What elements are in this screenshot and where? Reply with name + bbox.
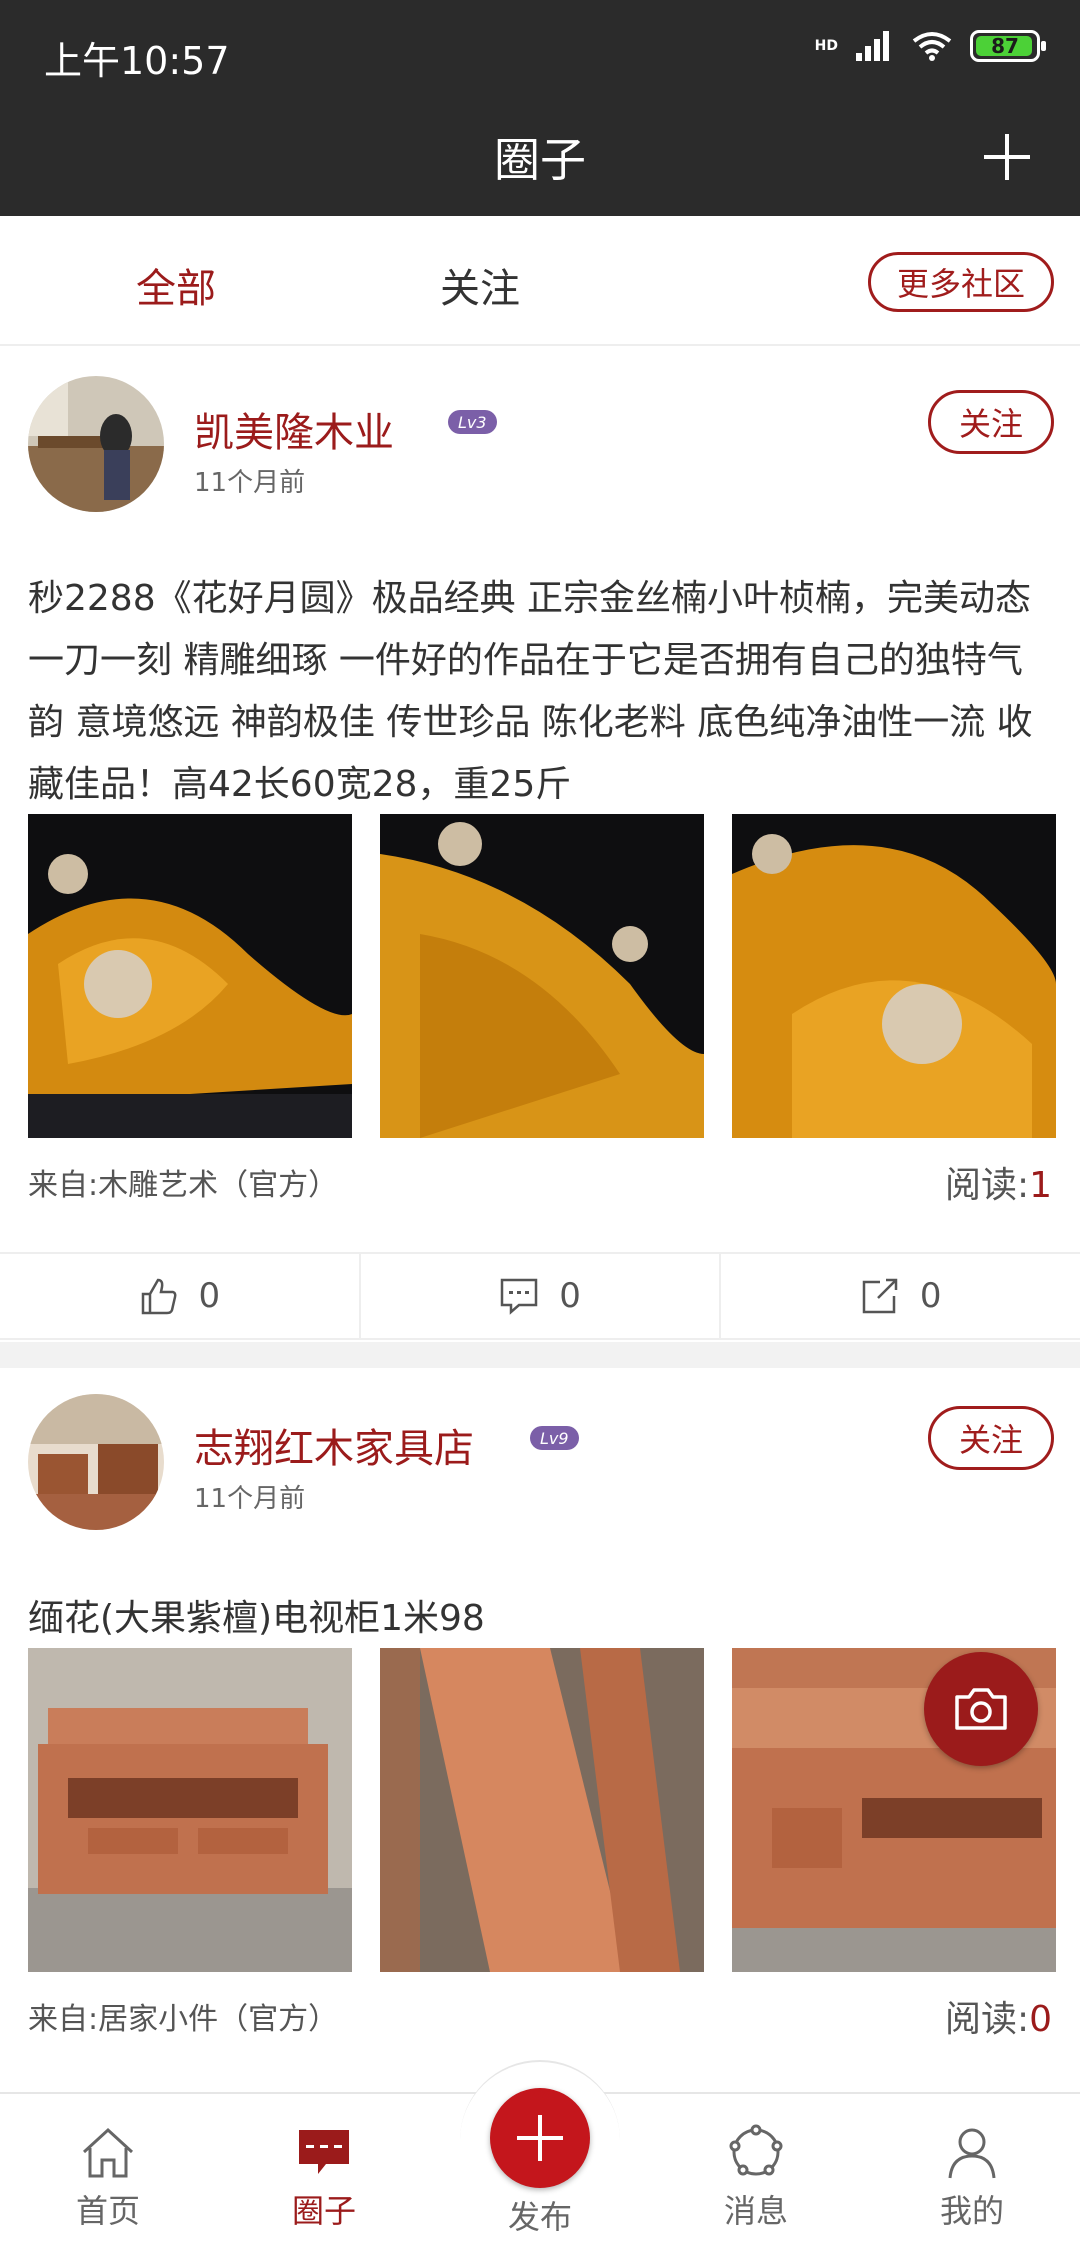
battery-level: 87 [991,34,1019,58]
level-badge: Lv3 [448,410,497,434]
nav-bar: 圈子 [0,100,1080,216]
thumbs-up-icon [141,1278,177,1315]
post-actions: 0 0 0 [0,1252,1080,1340]
like-count: 0 [198,1276,221,1316]
reads-value: 0 [1029,1999,1052,2040]
message-icon [729,2124,783,2176]
post-image[interactable] [28,1648,352,1972]
camera-button[interactable] [924,1652,1038,1766]
post-text: 秒2288《花好月圆》极品经典 正宗金丝楠小叶桢楠，完美动态 一刀一刻 精雕细琢… [28,578,1033,805]
post-card[interactable]: 凯美隆木业 Lv3 11个月前 关注 秒2288《花好月圆》极品经典 正宗金丝楠… [0,348,1080,1348]
nav-circle-label: 圈子 [291,2192,356,2230]
author-name[interactable]: 志翔红木家具店 [194,1416,474,1474]
comment-icon [500,1278,538,1315]
post-image[interactable] [380,1648,704,1972]
user-icon [948,2128,996,2179]
home-icon [82,2127,134,2178]
tab-bar: 全部 关注 更多社区 [0,216,1080,346]
avatar[interactable] [28,376,164,512]
status-bar: 上午10:57 HD 87 [0,0,1080,100]
circle-chat-icon [299,2130,349,2174]
publish-tab[interactable]: 发布 [450,2060,630,2250]
comment-count: 0 [559,1276,581,1316]
hd-indicator: HD [814,38,838,54]
page-title: 圈子 [494,133,586,187]
wifi-icon [912,32,952,61]
share-icon [862,1278,898,1314]
plus-icon [517,2115,563,2161]
image-row [28,814,1056,1138]
tab-all[interactable]: 全部 [136,256,216,314]
share-count: 0 [919,1276,942,1316]
tab-follow[interactable]: 关注 [440,256,520,314]
like-button[interactable]: 0 [0,1254,361,1338]
author-name[interactable]: 凯美隆木业 [194,400,394,458]
status-time: 上午10:57 [44,39,230,83]
camera-icon [955,1688,1007,1730]
more-communities-button[interactable]: 更多社区 [868,252,1054,312]
nav-home-label: 首页 [75,2192,140,2230]
post-image[interactable] [732,814,1056,1138]
level-badge: Lv9 [530,1426,579,1450]
post-source[interactable]: 来自:木雕艺术（官方） [28,1160,338,1204]
publish-button[interactable] [490,2088,590,2188]
post-time: 11个月前 [194,1484,306,1514]
post-card[interactable]: 志翔红木家具店 Lv9 11个月前 关注 缅花(大果紫檀)电视柜1米98 来自:… [0,1368,1080,2090]
post-time: 11个月前 [194,468,306,498]
post-image[interactable] [380,814,704,1138]
post-image[interactable] [28,814,352,1138]
battery-icon: 87 [970,30,1046,62]
reads-label: 阅读: [944,1999,1030,2040]
post-source[interactable]: 来自:居家小件（官方） [28,1994,338,2038]
share-button[interactable]: 0 [721,1254,1080,1338]
comment-button[interactable]: 0 [361,1254,722,1338]
nav-home[interactable]: 首页 [33,2124,183,2232]
publish-label: 发布 [507,2198,572,2236]
post-text: 缅花(大果紫檀)电视柜1米98 [28,1598,485,1639]
read-count: 阅读:0 [945,1990,1052,2042]
post-divider [0,1342,1080,1368]
nav-messages-label: 消息 [723,2192,788,2230]
nav-messages[interactable]: 消息 [681,2124,831,2232]
avatar[interactable] [28,1394,164,1530]
reads-value: 1 [1029,1165,1052,1206]
reads-label: 阅读: [944,1165,1030,1206]
read-count: 阅读:1 [945,1156,1052,1208]
nav-circle[interactable]: 圈子 [249,2124,399,2232]
plus-icon[interactable] [972,122,1042,192]
signal-icon [856,31,889,61]
follow-button[interactable]: 关注 [928,390,1054,454]
nav-profile[interactable]: 我的 [897,2124,1047,2232]
status-icons: HD 87 [814,30,1046,62]
image-row [28,1648,1056,1972]
follow-button[interactable]: 关注 [928,1406,1054,1470]
nav-profile-label: 我的 [939,2192,1004,2230]
